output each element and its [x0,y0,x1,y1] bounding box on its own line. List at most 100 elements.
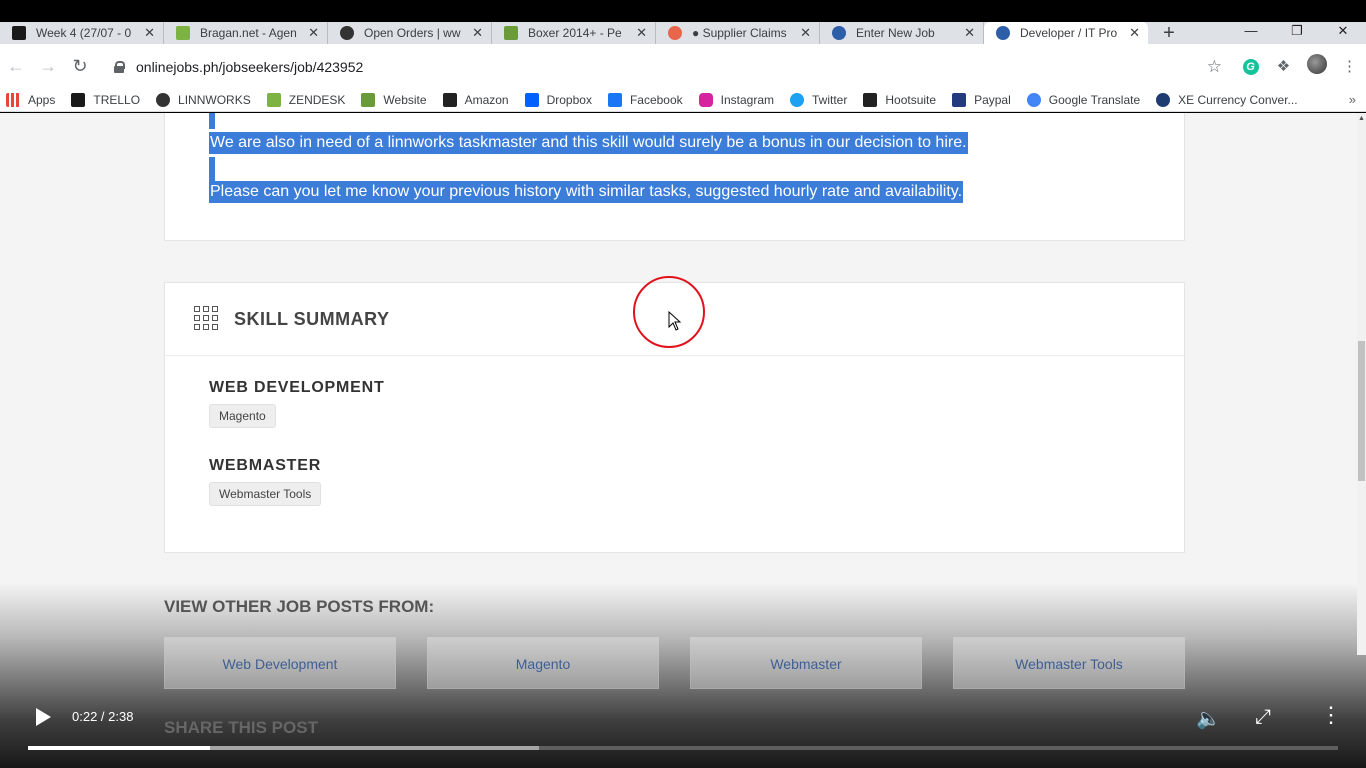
bookmarks-overflow-icon[interactable]: » [1349,92,1356,107]
video-progress-bar[interactable] [28,746,1338,750]
amazon-icon [442,92,457,107]
bookmark-label: TRELLO [93,92,141,107]
bookmark-label: Dropbox [546,92,592,107]
bookmark-google-translate[interactable]: Google Translate [1026,92,1141,107]
category-link-web-development[interactable]: Web Development [164,637,396,689]
close-tab-icon[interactable]: ✕ [964,25,975,41]
forward-arrow-icon[interactable]: → [32,56,64,77]
bookmark-label: ZENDESK [288,92,346,107]
close-tab-icon[interactable]: ✕ [308,25,319,41]
tab-week4[interactable]: Week 4 (27/07 - 0 ✕ [0,22,164,44]
volume-icon[interactable]: 🔈 [1196,706,1221,731]
zendesk-favicon-icon [176,26,190,40]
tab-developer-it[interactable]: Developer / IT Pro ✕ [984,22,1148,44]
reload-icon[interactable]: ↻ [64,56,96,77]
skill-category: WEB DEVELOPMENT [209,379,385,396]
job-description-card: We are also in need of a linnworks taskm… [164,113,1185,241]
xe-icon [1156,92,1171,107]
bookmark-label: Hootsuite [885,92,937,107]
restore-button[interactable]: ❐ [1274,22,1320,44]
bookmark-twitter[interactable]: Twitter [790,92,848,107]
window-controls: — ❐ ✕ [1228,22,1366,44]
minimize-button[interactable]: — [1228,22,1274,44]
bookmark-paypal[interactable]: Paypal [952,92,1011,107]
bookmark-facebook[interactable]: Facebook [607,92,683,107]
bookmark-linnworks[interactable]: LINNWORKS [156,92,251,107]
video-letterbox-top [0,0,1366,22]
close-window-button[interactable]: ✕ [1320,22,1366,44]
bookmark-amazon[interactable]: Amazon [442,92,509,107]
bookmark-trello[interactable]: TRELLO [71,92,141,107]
bookmark-website[interactable]: Website [361,92,427,107]
grid-icon [194,306,220,332]
trello-icon [71,92,86,107]
apps-grid-icon [6,92,20,107]
tab-supplier-claims[interactable]: ● Supplier Claims ✕ [656,22,820,44]
bookmark-hootsuite[interactable]: Hootsuite [863,92,937,107]
video-controls: 0:22 / 2:38 🔈 ⤢ ⋮ [0,700,1366,740]
close-tab-icon[interactable]: ✕ [800,25,811,41]
category-link-webmaster-tools[interactable]: Webmaster Tools [953,637,1185,689]
tab-boxer[interactable]: Boxer 2014+ - Pe ✕ [492,22,656,44]
scroll-up-arrow-icon[interactable]: ▲ [1357,115,1366,122]
more-options-icon[interactable]: ⋮ [1320,704,1342,726]
instagram-icon [698,92,713,107]
scroll-thumb[interactable] [1358,341,1365,481]
tab-enter-new-job[interactable]: Enter New Job ✕ [820,22,984,44]
lock-icon[interactable] [114,61,125,73]
tab-title: ● Supplier Claims [692,26,787,40]
bookmark-xe-currency[interactable]: XE Currency Conver... [1156,92,1298,107]
category-link-magento[interactable]: Magento [427,637,659,689]
close-tab-icon[interactable]: ✕ [636,25,647,41]
onlinejobs-favicon-icon [832,26,846,40]
close-tab-icon[interactable]: ✕ [1129,25,1140,41]
extensions-area: G ❖ ⋮ [1234,44,1366,88]
zendesk-icon [266,92,281,107]
bookmark-instagram[interactable]: Instagram [698,92,775,107]
bookmark-label: Twitter [812,92,848,107]
dropbox-icon [524,92,539,107]
back-arrow-icon[interactable]: ← [0,56,32,77]
view-other-title: VIEW OTHER JOB POSTS FROM: [164,597,435,616]
mouse-cursor-icon [668,311,682,331]
skill-tag[interactable]: Magento [209,404,276,428]
category-link-webmaster[interactable]: Webmaster [690,637,922,689]
bookmark-star-icon[interactable]: ☆ [1207,57,1222,77]
url-text[interactable]: onlinejobs.ph/jobseekers/job/423952 [136,59,363,75]
new-tab-button[interactable]: + [1154,22,1184,44]
bookmark-label: Apps [28,92,56,107]
skill-group-webmaster: WEBMASTER Webmaster Tools [209,457,322,506]
bookmark-label: LINNWORKS [178,92,251,107]
bookmark-label: Google Translate [1048,92,1141,107]
bookmark-apps[interactable]: Apps [6,92,56,107]
bookmark-label: Paypal [974,92,1011,107]
twitter-icon [790,92,805,107]
page-scrollbar[interactable]: ▲ [1357,113,1366,655]
address-bar[interactable]: onlinejobs.ph/jobseekers/job/423952 ☆ [102,52,1232,82]
tab-bragan[interactable]: Bragan.net - Agen ✕ [164,22,328,44]
play-icon[interactable] [36,708,51,726]
bookmark-zendesk[interactable]: ZENDESK [266,92,346,107]
facebook-icon [607,92,622,107]
bookmark-label: Instagram [720,92,775,107]
bookmark-dropbox[interactable]: Dropbox [524,92,592,107]
website-favicon-icon [504,26,518,40]
close-tab-icon[interactable]: ✕ [472,25,483,41]
onlinejobs-favicon-icon [996,26,1010,40]
avatar[interactable] [1300,54,1333,78]
tab-strip: Week 4 (27/07 - 0 ✕ Bragan.net - Agen ✕ Op… [0,22,1366,44]
page-content: We are also in need of a linnworks taskm… [0,113,1366,768]
grammarly-icon[interactable]: G [1234,57,1267,75]
tab-open-orders[interactable]: Open Orders | ww ✕ [328,22,492,44]
bookmark-label: Amazon [464,92,509,107]
puzzle-extensions-icon[interactable]: ❖ [1267,57,1300,75]
skill-tag[interactable]: Webmaster Tools [209,482,322,506]
tab-title: Developer / IT Pro [1020,26,1118,40]
tab-title: Bragan.net - Agen [200,26,297,40]
tab-title: Enter New Job [856,26,935,40]
exit-fullscreen-icon[interactable]: ⤢ [1255,706,1271,729]
kebab-menu-icon[interactable]: ⋮ [1333,57,1366,75]
video-played-bar [28,746,211,750]
close-tab-icon[interactable]: ✕ [144,25,155,41]
bookmarks-bar: Apps TRELLO LINNWORKS ZENDESK Website Am… [0,88,1366,112]
